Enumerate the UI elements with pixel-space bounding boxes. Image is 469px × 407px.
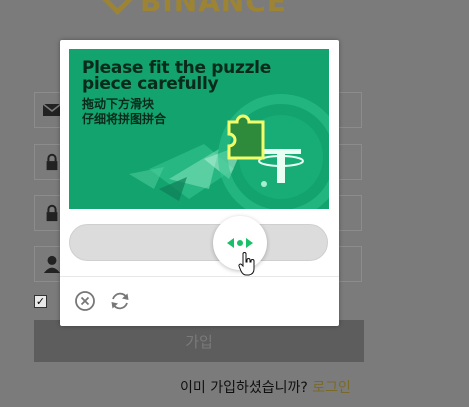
hand-cursor-icon (238, 252, 255, 276)
captcha-subtitle-line1: 拖动下方滑块 (82, 97, 155, 111)
captcha-subtitle-cn: 拖动下方滑块 仔细将拼图拼合 (82, 97, 166, 127)
puzzle-piece-icon (227, 114, 265, 160)
captcha-puzzle-image: Please fit the puzzle piece carefully 拖动… (69, 49, 329, 209)
register-button[interactable]: 가입 (34, 320, 364, 362)
brand-logo: BINANCE (99, 0, 287, 18)
envelope-icon (42, 103, 62, 116)
login-prompt-text: 이미 가입하셨습니까? (180, 380, 308, 396)
captcha-title: Please fit the puzzle piece carefully (82, 58, 271, 94)
agree-checkbox[interactable]: ✓ (34, 295, 47, 308)
brand-name: BINANCE (140, 0, 287, 18)
login-link[interactable]: 로그인 (312, 380, 351, 396)
login-prompt-row: 이미 가입하셨습니까? 로그인 (180, 377, 351, 397)
refresh-icon[interactable] (109, 290, 131, 312)
captcha-slider-handle[interactable] (213, 216, 267, 276)
brand-logo-icon (99, 0, 136, 15)
lock-icon (46, 204, 58, 222)
user-icon (43, 255, 61, 273)
captcha-subtitle-line2: 仔细将拼图拼合 (82, 112, 167, 126)
captcha-slider-track (69, 224, 328, 261)
lock-icon (46, 153, 58, 171)
captcha-modal: Please fit the puzzle piece carefully 拖动… (60, 40, 339, 326)
register-button-label: 가입 (185, 332, 213, 351)
close-circle-icon[interactable] (74, 290, 96, 312)
modal-divider (60, 276, 339, 277)
